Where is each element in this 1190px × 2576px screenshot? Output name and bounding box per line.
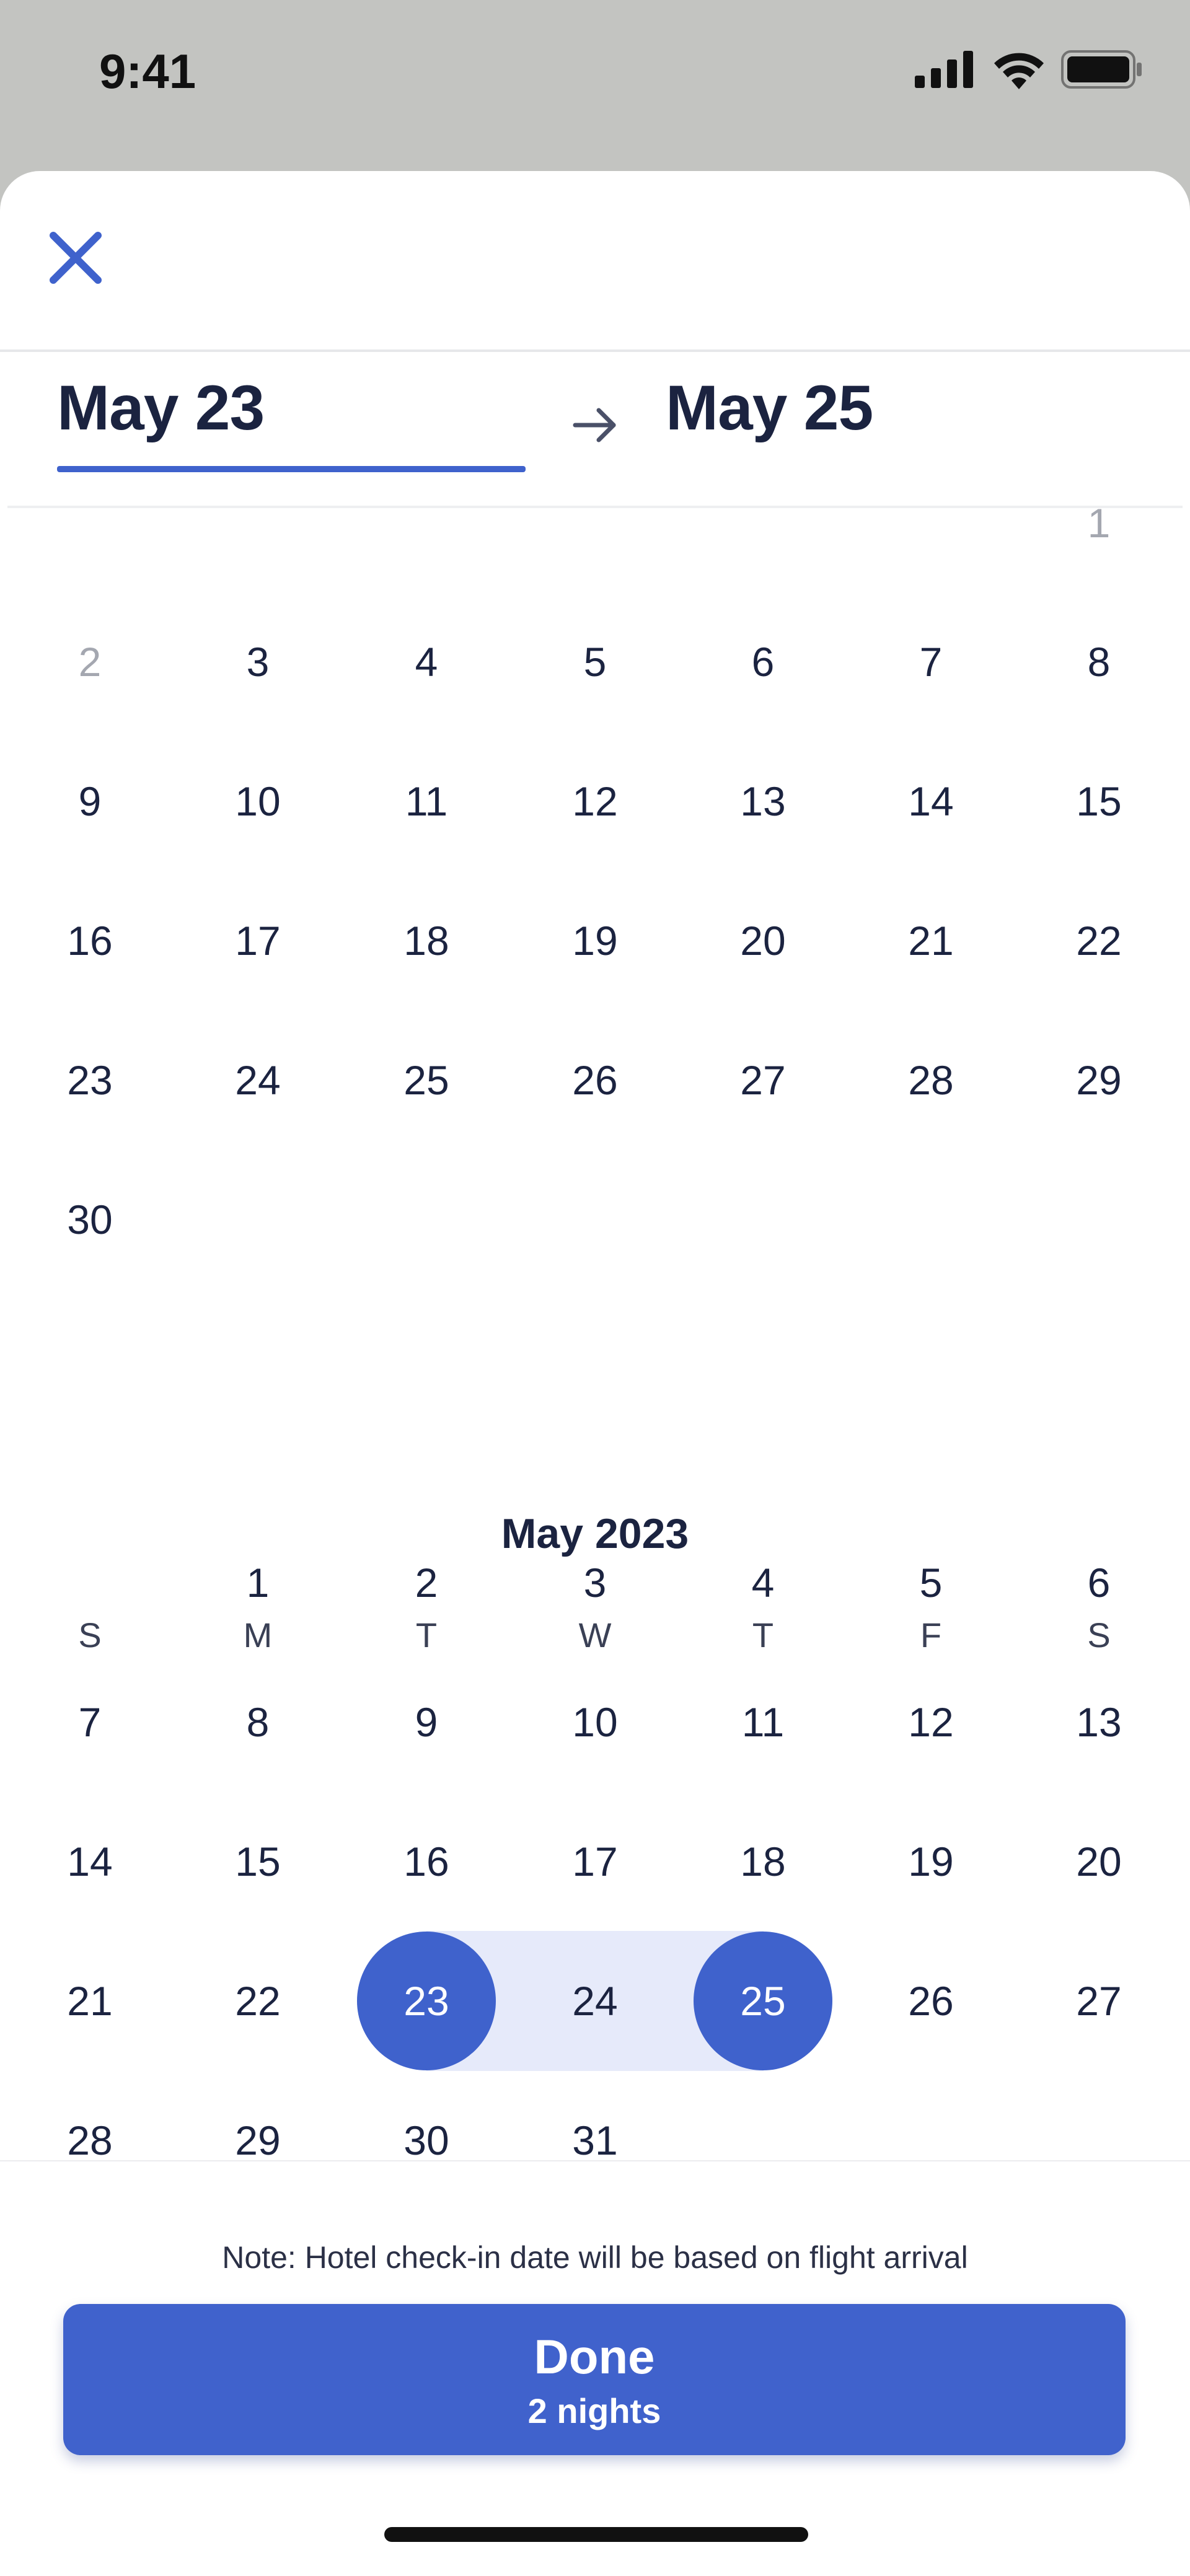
calendar-day[interactable]: 11 (352, 731, 501, 871)
status-bar: 9:41 (0, 0, 1190, 171)
calendar-day[interactable]: 10 (521, 1652, 669, 1792)
calendar-day[interactable]: 15 (1025, 731, 1173, 871)
calendar-day-check-out[interactable]: 25 (689, 1931, 837, 2071)
calendar-day[interactable]: 21 (857, 871, 1005, 1011)
date-picker-sheet: May 23 May 25 May 2023 1 2 3 4 5 6 7 8 9 10 11 12 13… (0, 171, 1190, 2576)
calendar-day-check-in[interactable]: 23 (352, 1931, 501, 2071)
done-button-nights: 2 nights (527, 2391, 661, 2430)
calendar-day[interactable]: 19 (857, 1791, 1005, 1932)
status-icons (915, 50, 1143, 89)
signal-icon (915, 51, 973, 88)
calendar-day[interactable]: 30 (15, 1150, 164, 1290)
calendar-day[interactable]: 2 (352, 1513, 501, 1653)
calendar-day[interactable]: 1 (183, 1513, 332, 1653)
calendar-day[interactable]: 15 (183, 1791, 332, 1932)
calendar-day[interactable]: 5 (521, 592, 669, 732)
calendar-day[interactable]: 24 (183, 1010, 332, 1150)
calendar-day[interactable]: 27 (689, 1010, 837, 1150)
calendar-day[interactable]: 14 (857, 731, 1005, 871)
calendar-day[interactable]: 7 (857, 592, 1005, 732)
calendar-day[interactable]: 11 (689, 1652, 837, 1792)
calendar-day[interactable]: 4 (689, 1513, 837, 1653)
calendar-day[interactable]: 1 (1025, 453, 1173, 593)
calendar-day[interactable]: 17 (521, 1791, 669, 1932)
calendar-day[interactable]: 28 (15, 2070, 164, 2210)
calendar-day[interactable]: 12 (521, 731, 669, 871)
calendar-day[interactable]: 26 (521, 1010, 669, 1150)
done-button-label: Done (534, 2329, 655, 2384)
calendar-day[interactable]: 12 (857, 1652, 1005, 1792)
calendar-day[interactable]: 31 (521, 2070, 669, 2210)
calendar-day[interactable]: 13 (1025, 1652, 1173, 1792)
battery-icon (1061, 50, 1142, 89)
calendar-day[interactable]: 26 (857, 1931, 1005, 2071)
calendar-day[interactable]: 4 (352, 592, 501, 732)
weekday-label: S (78, 1615, 102, 1655)
calendar-day[interactable]: 5 (857, 1513, 1005, 1653)
calendar-day[interactable]: 3 (521, 1513, 669, 1653)
calendar-day[interactable]: 17 (183, 871, 332, 1011)
calendar-day[interactable]: 13 (689, 731, 837, 871)
calendar-day[interactable]: 20 (1025, 1791, 1173, 1932)
calendar-day[interactable]: 16 (352, 1791, 501, 1932)
calendar-day[interactable]: 9 (15, 731, 164, 871)
calendar-day[interactable]: 14 (15, 1791, 164, 1932)
calendar-day-in-range[interactable]: 24 (521, 1931, 669, 2071)
calendar-day[interactable]: 7 (15, 1652, 164, 1792)
home-indicator (384, 2527, 808, 2542)
calendar-day[interactable]: 6 (1025, 1513, 1173, 1653)
calendar-day[interactable]: 16 (15, 871, 164, 1011)
status-time: 9:41 (99, 44, 196, 99)
calendar-day[interactable]: 22 (183, 1931, 332, 2071)
calendar-day[interactable]: 20 (689, 871, 837, 1011)
calendar-day[interactable]: 3 (183, 592, 332, 732)
wifi-icon (994, 53, 1044, 89)
calendar-day[interactable]: 18 (352, 871, 501, 1011)
calendar-day[interactable]: 6 (689, 592, 837, 732)
calendar-day[interactable]: 25 (352, 1010, 501, 1150)
calendar-day[interactable]: 8 (183, 1652, 332, 1792)
calendar-day[interactable]: 23 (15, 1010, 164, 1150)
calendar-day[interactable]: 29 (1025, 1010, 1173, 1150)
calendar-day[interactable]: 9 (352, 1652, 501, 1792)
check-in-note: Note: Hotel check-in date will be based … (222, 2240, 968, 2275)
calendar-day[interactable]: 8 (1025, 592, 1173, 732)
calendar-day[interactable]: 27 (1025, 1931, 1173, 2071)
calendar-day[interactable]: 22 (1025, 871, 1173, 1011)
calendar-day[interactable]: 29 (183, 2070, 332, 2210)
calendar-day[interactable]: 2 (15, 592, 164, 732)
calendar-day[interactable]: 19 (521, 871, 669, 1011)
bottom-panel: Note: Hotel check-in date will be based … (0, 2160, 1190, 2576)
calendar-day[interactable]: 30 (352, 2070, 501, 2210)
calendar-day[interactable]: 18 (689, 1791, 837, 1932)
calendar-day[interactable]: 28 (857, 1010, 1005, 1150)
done-button[interactable]: Done 2 nights (63, 2304, 1126, 2455)
calendar-day[interactable]: 10 (183, 731, 332, 871)
calendar-day[interactable]: 21 (15, 1931, 164, 2071)
